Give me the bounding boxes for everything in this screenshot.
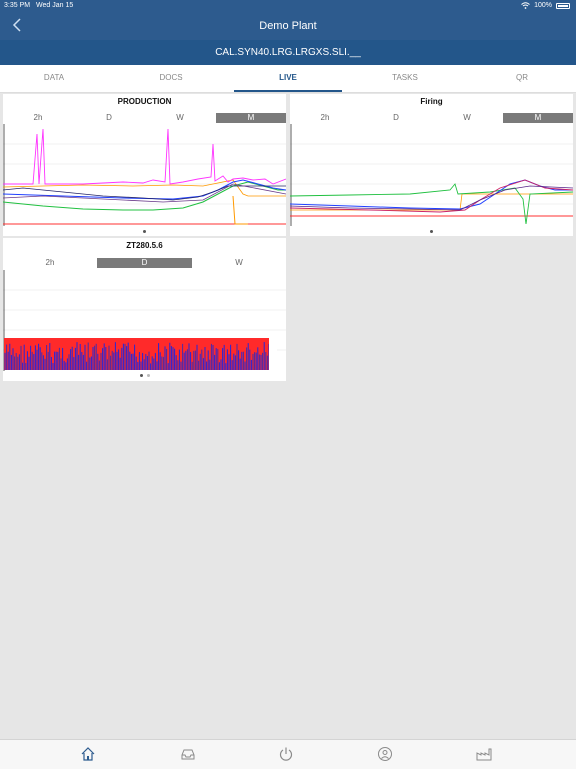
range-m[interactable]: M (216, 113, 286, 123)
status-time: 3:35 PM (4, 2, 31, 9)
chart-title: ZT280.5.6 (126, 241, 163, 250)
chart-title: Firing (420, 97, 443, 106)
status-bar: 3:35 PM Wed Jan 15 100% (0, 0, 576, 12)
zt-data-gap (269, 336, 277, 371)
tab-bar: DATA DOCS LIVE TASKS QR (0, 65, 576, 93)
page-dot (430, 230, 433, 233)
range-m[interactable]: M (503, 113, 573, 123)
object-path-subtitle: CAL.SYN40.LRG.LRGXS.SLI.__ (0, 40, 576, 65)
power-icon[interactable] (278, 746, 294, 762)
tab-data[interactable]: DATA (6, 65, 102, 92)
range-w[interactable]: W (192, 258, 286, 268)
range-w[interactable]: W (145, 113, 215, 123)
range-d[interactable]: D (74, 113, 144, 123)
chart-card-production: PRODUCTION 2h D W M (3, 94, 286, 236)
page-indicator (290, 230, 573, 235)
inbox-icon[interactable] (180, 746, 196, 762)
wifi-icon (521, 2, 530, 9)
chart-card-zt280: ZT280.5.6 2h D W (3, 238, 286, 381)
profile-icon[interactable] (377, 746, 393, 762)
battery-icon (556, 2, 570, 9)
range-2h[interactable]: 2h (290, 113, 360, 123)
battery-percent: 100% (534, 2, 552, 9)
tab-tasks[interactable]: TASKS (357, 65, 453, 92)
trend-plot[interactable] (3, 124, 286, 226)
factory-icon[interactable] (476, 746, 492, 762)
trend-plot[interactable] (3, 270, 286, 371)
chart-title: PRODUCTION (117, 97, 172, 106)
home-icon[interactable] (80, 746, 96, 762)
nav-bar: Demo Plant (0, 12, 576, 40)
chart-card-firing: Firing 2h D W M (290, 94, 573, 236)
page-dot (143, 230, 146, 233)
range-w[interactable]: W (432, 113, 502, 123)
trend-plot[interactable] (290, 124, 573, 226)
page-indicator (3, 230, 286, 235)
page-title: Demo Plant (259, 20, 317, 32)
range-d[interactable]: D (361, 113, 431, 123)
tab-docs[interactable]: DOCS (123, 65, 219, 92)
tab-qr[interactable]: QR (474, 65, 570, 92)
range-2h[interactable]: 2h (3, 113, 73, 123)
page-dot (139, 374, 143, 377)
page-indicator (3, 374, 286, 379)
range-d[interactable]: D (97, 258, 192, 268)
tab-live[interactable]: LIVE (234, 65, 342, 92)
status-date: Wed Jan 15 (36, 2, 74, 9)
page-dot (146, 374, 150, 377)
bottom-tab-bar (0, 739, 576, 769)
range-2h[interactable]: 2h (3, 258, 97, 268)
